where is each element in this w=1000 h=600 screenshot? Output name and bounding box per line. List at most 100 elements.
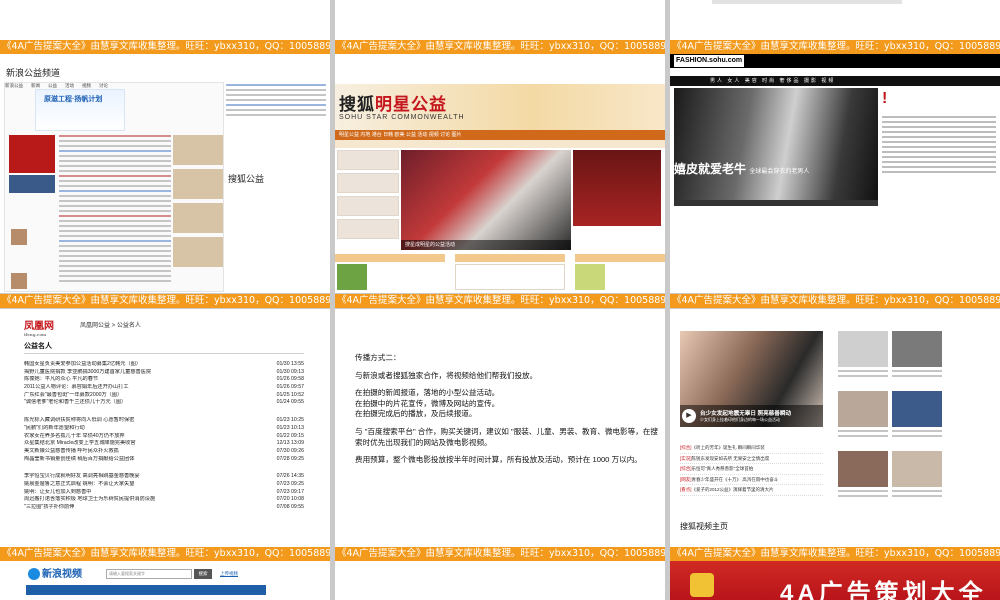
video-thumb[interactable]	[892, 331, 942, 389]
promo-thumb[interactable]	[575, 264, 605, 290]
video-thumb[interactable]	[838, 391, 888, 449]
video-list-item[interactable]: [看点]《爱子的2012公益》演绎着节里的清大片	[680, 485, 823, 496]
video-list: [综合]《听上的芳年》诞生礼 瞬间瞬间华装 [实况]陈锐东发现安如去所 无果安之全…	[680, 443, 823, 496]
slide-sina-video: 新浪视频 请输入要搜索关键字 搜索 上传视频	[0, 561, 330, 600]
list-item[interactable]: "三拉圈"孩子扑你前伸 07/08 09:55	[24, 504, 304, 512]
article-date: 07/30 09:26	[276, 447, 304, 454]
article-title[interactable]: 陈葆她：平凡的众心 平凡的春节	[24, 376, 102, 384]
slide-grid: 《4A广告提案大全》由慧享文库收集整理。旺旺：ybxx310，QQ：100588…	[0, 0, 1000, 600]
ad-title: 4A广告策划大全	[780, 580, 987, 600]
list-item[interactable]: 揭野儿童医院捐款 李亚鹏捐3000万建首家儿童慈善医院 01/30 09:13	[24, 369, 304, 377]
slide-sohu-video: ▶ 台少女发起地震无辜日 照亮慈善瞬动 少女们身上挂着印他们身边的每一场公益活动…	[670, 309, 1000, 547]
upload-link[interactable]: 上传视频	[220, 571, 238, 577]
hot-topics-mark: !	[882, 90, 888, 107]
list-item[interactable]: 众星集结北京 Miracle改变上学五城降施完美收官 12/13 13:09	[24, 440, 304, 448]
article-title[interactable]: 揭野儿童医院捐款 李亚鹏捐3000万建首家儿童慈善医院	[24, 369, 155, 377]
list-item[interactable]: 陈光标入藏调研扶贫称将向人低调 心愿暂时保密 01/23 10:25	[24, 417, 304, 425]
feature-photo[interactable]	[9, 135, 55, 173]
article-date: 01/23 10:25	[276, 417, 304, 424]
watermark-bar: 《4A广告提案大全》由慧享文库收集整理。旺旺：ybxx310，QQ：100588…	[0, 547, 330, 561]
video-thumb[interactable]	[892, 451, 942, 509]
side-thumbs	[337, 150, 399, 240]
article-title[interactable]: 周迅搬打诺含落实积极 地球卫士为乐树贫民提供消防设施	[24, 496, 159, 504]
article-title[interactable]: "诚信老爹"老伦和善千兰还债几十万元（图）	[24, 399, 130, 407]
breadcrumb[interactable]: 凤凰网公益 > 公益名人	[80, 320, 141, 329]
side-feature-photo[interactable]	[573, 150, 661, 226]
list-item[interactable]: 姚晨金爸鲁之意正式启程 姚明：不会让大家失望 07/23 09:25	[24, 481, 304, 489]
fashion-logo: FASHION.sohu.com	[674, 55, 744, 67]
list-item[interactable]: 农家女在养多名孤儿十年 举债40万仍不放弃 01/22 09:15	[24, 433, 304, 441]
sohu-charity-label: 搜狐公益	[228, 174, 265, 184]
photo-thumb-strip[interactable]	[674, 200, 878, 206]
article-title[interactable]: 众星集结北京 Miracle改变上学五城降施完美收官	[24, 440, 140, 448]
sina-video-nav[interactable]	[26, 585, 266, 595]
nav-item[interactable]: 新浪公益	[5, 83, 23, 93]
article-date: 01/23 10:13	[276, 424, 304, 431]
article-title[interactable]: 李宇恒宝贝行成就明好友 高调亮相跳基金慈善晚宴	[24, 473, 144, 481]
slide-blank	[335, 561, 665, 600]
sina-screenshot: 新浪公益 新闻 公益 活动 视频 讨论 原滋工程·扬帆计划	[4, 82, 224, 292]
article-title[interactable]: "民鹏"们的新年愿望和行动	[24, 425, 89, 433]
play-icon[interactable]: ▶	[682, 409, 696, 423]
video-list-item[interactable]: [网友]青春少年盛开在《十万》 高鸿在雨中也奋斗	[680, 475, 823, 486]
sohu-star-bottom	[335, 254, 665, 292]
video-title: 青春少年盛开在《十万》 高鸿在雨中也奋斗	[691, 476, 779, 482]
video-tag: [看点]	[680, 487, 692, 493]
list-item[interactable]: "民鹏"们的新年愿望和行动 01/23 10:13	[24, 425, 304, 433]
list-item[interactable]: 美文新娘公益慈善传播 呼吁民众扑火救孤 07/30 09:26	[24, 448, 304, 456]
article-date: 01/30 09:13	[276, 368, 304, 375]
video-list-item[interactable]: [综合]《听上的芳年》诞生礼 瞬间瞬间华装	[680, 443, 823, 454]
fashion-nav[interactable]: 男人 女人 美容 时尚 奢侈品 摄影 视频	[670, 76, 1000, 86]
watermark-bar: 《4A广告提案大全》由慧享文库收集整理。旺旺：ybxx310，QQ：100588…	[0, 294, 330, 308]
video-title: 《爱子的2012公益》演绎着节里的清大片	[691, 487, 774, 493]
text-paragraph: 在拍摄的新闻报道，落地的小型公益活动。 在拍摄中的片花宣传，微博及网站的宣传。 …	[355, 388, 500, 419]
main-feature-photo[interactable]: 搜星成明星的公益活动	[401, 150, 571, 250]
list-item[interactable]: 广东红会"最善包斑"一年募款2000万（图） 01/25 10:52	[24, 392, 304, 400]
watermark-bar: 《4A广告提案大全》由慧享文库收集整理。旺旺：ybxx310，QQ：100588…	[0, 40, 330, 54]
sina-banner[interactable]: 原滋工程·扬帆计划	[35, 89, 125, 131]
video-thumb[interactable]	[838, 451, 888, 509]
watermark-bar: 《4A广告提案大全》由慧享文库收集整理。旺旺：ybxx310，QQ：100588…	[335, 294, 665, 308]
video-tag: [网友]	[680, 476, 692, 482]
list-item[interactable]: 陈葆她：平凡的众心 平凡的春节 01/26 09:58	[24, 376, 304, 384]
article-date: 07/20 10:08	[276, 496, 304, 503]
article-lines	[59, 135, 171, 285]
watermark-bar: 《4A广告提案大全》由慧享文库收集整理。旺旺：ybxx310，QQ：100588…	[670, 40, 1000, 54]
video-tag: [综合]	[680, 466, 692, 472]
article-date: 01/25 10:52	[276, 391, 304, 398]
article-title[interactable]: 广东红会"最善包斑"一年募款2000万（图）	[24, 392, 126, 400]
slide-ifeng-celebrities: 凤凰网 ifeng.com 凤凰网公益 > 公益名人 公益名人 韩国女星负责美爱参…	[0, 309, 330, 547]
search-input[interactable]: 请输入要搜索关键字	[106, 569, 192, 579]
list-item[interactable]: 韩国女星负责美爱参加公益活动募集2亿韩元（图） 01/30 13:55	[24, 361, 304, 369]
article-title[interactable]: 陶晶莹新书销量创佳绩 稍后百万捐献给公益团体	[24, 456, 138, 464]
section-heading: 公益名人	[24, 341, 304, 354]
promo-thumb[interactable]	[337, 264, 367, 290]
fashion-feature-photo[interactable]	[674, 88, 878, 200]
list-item[interactable]: 周迅搬打诺含落实积极 地球卫士为乐树贫民提供消防设施 07/20 10:08	[24, 496, 304, 504]
list-item[interactable]: "诚信老爹"老伦和善千兰还债几十万元（图） 01/24 09:55	[24, 399, 304, 407]
video-list-item[interactable]: [实况]陈锐东发现安如去所 无果安之全情出席	[680, 454, 823, 465]
promo-box[interactable]	[455, 264, 565, 290]
article-title[interactable]: 陈光标入藏调研扶贫称将向人低调 心愿暂时保密	[24, 417, 138, 425]
list-item[interactable]: 2011公益人物评论：慕容娟年后还开办山打工 01/26 09:57	[24, 384, 304, 392]
text-paragraph: 费用预算，整个微电影投放按半年时间计算，所有投放及活动，预计在 1000 万以内…	[355, 455, 642, 465]
strategy-text: 传播方式二： 与新浪或者搜狐独家合作，将视频给他们帮我们投放。 在拍摄的新闻报道，落…	[355, 353, 665, 473]
list-item[interactable]: 陶晶莹新书销量创佳绩 稍后百万捐献给公益团体 07/28 09:25	[24, 456, 304, 464]
article-title[interactable]: 姚明：让女儿也加入到慈善中	[24, 489, 95, 497]
list-item[interactable]: 姚明：让女儿也加入到慈善中 07/23 09:17	[24, 489, 304, 497]
video-thumb[interactable]	[838, 331, 888, 389]
article-title[interactable]: 韩国女星负责美爱参加公益活动募集2亿韩元（图）	[24, 361, 145, 369]
article-title[interactable]: 姚晨金爸鲁之意正式启程 姚明：不会让大家失望	[24, 481, 138, 489]
search-button[interactable]: 搜索	[194, 569, 212, 579]
article-title[interactable]: 农家女在养多名孤儿十年 举债40万仍不放弃	[24, 433, 129, 441]
video-list-item[interactable]: [综合]乐恒可"真人秀慈善影"全球首拍	[680, 464, 823, 475]
article-title[interactable]: "三拉圈"孩子扑你前伸	[24, 504, 78, 512]
article-title[interactable]: 美文新娘公益慈善传播 呼吁民众扑火救孤	[24, 448, 123, 456]
article-title[interactable]: 2011公益人物评论：慕容娟年后还开办山打工	[24, 384, 133, 392]
feature-photo[interactable]	[9, 175, 55, 193]
ifeng-logo: 凤凰网 ifeng.com	[24, 321, 54, 337]
article-date: 12/13 13:09	[276, 440, 304, 447]
video-thumb[interactable]	[892, 391, 942, 449]
list-item[interactable]: 李宇恒宝贝行成就明好友 高调亮相跳基金慈善晚宴 07/26 14:35	[24, 473, 304, 481]
sohu-star-nav[interactable]: 明星公益 内地 港台 日韩 欧美 公益 活动 视频 讨论 图片	[335, 130, 665, 140]
